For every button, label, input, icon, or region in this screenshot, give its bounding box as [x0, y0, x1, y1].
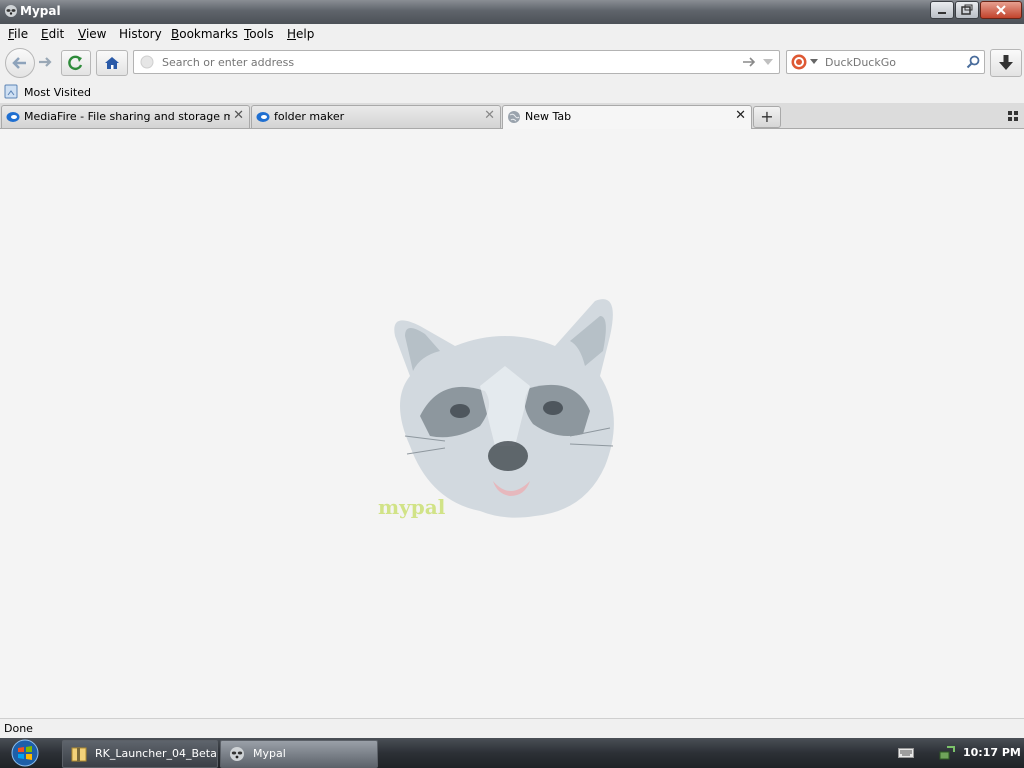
url-input[interactable]	[160, 53, 734, 72]
mediafire-icon	[6, 112, 20, 122]
mediafire-icon	[256, 112, 270, 122]
keyboard-icon[interactable]	[898, 748, 914, 758]
status-bar: Done	[0, 718, 1024, 739]
forward-button[interactable]	[34, 52, 56, 72]
mypal-logo-text: mypal	[378, 495, 446, 519]
menu-edit[interactable]: Edit	[41, 27, 64, 41]
duckduckgo-icon[interactable]	[791, 54, 807, 70]
taskbar-item-rk-launcher[interactable]: RK_Launcher_04_Beta	[62, 740, 218, 768]
tab-label: New Tab	[525, 110, 572, 123]
page-identity-icon	[140, 55, 154, 69]
navigation-toolbar	[0, 44, 1024, 82]
bookmark-label: Most Visited	[24, 86, 91, 99]
search-bar[interactable]	[786, 50, 985, 74]
restore-button[interactable]	[955, 1, 979, 19]
close-icon	[996, 5, 1006, 15]
search-icon[interactable]	[965, 54, 981, 70]
tab-strip: MediaFire - File sharing and storage m..…	[0, 103, 1024, 129]
close-window-button[interactable]	[980, 1, 1022, 19]
tab-folder-maker[interactable]: folder maker ✕	[251, 105, 501, 128]
taskbar: RK_Launcher_04_Beta Mypal 10:17 PM	[0, 738, 1024, 768]
title-bar: Mypal	[0, 0, 1024, 24]
downloads-button[interactable]	[990, 49, 1022, 77]
tab-label: MediaFire - File sharing and storage m..…	[24, 110, 230, 123]
tab-close-icon[interactable]: ✕	[233, 108, 244, 123]
bookmarks-toolbar: Most Visited	[0, 82, 1024, 103]
network-icon[interactable]	[938, 745, 956, 761]
tab-new-tab[interactable]: New Tab ✕	[502, 105, 752, 129]
restore-icon	[961, 4, 973, 15]
forward-arrow-icon	[39, 57, 52, 67]
menu-file[interactable]: File	[8, 27, 28, 41]
back-arrow-icon	[12, 57, 26, 69]
tab-groups-icon[interactable]	[1006, 109, 1020, 123]
taskbar-item-label: RK_Launcher_04_Beta	[95, 747, 217, 760]
system-clock[interactable]: 10:17 PM	[963, 746, 1021, 759]
menu-bar: File Edit View History Bookmarks Tools H…	[0, 24, 1024, 44]
search-input[interactable]	[823, 53, 962, 72]
download-icon	[999, 55, 1013, 70]
minimize-icon	[938, 12, 946, 14]
plus-icon: +	[760, 107, 774, 126]
mypal-raccoon-logo	[394, 299, 614, 518]
raccoon-icon	[230, 747, 244, 761]
reload-button[interactable]	[61, 50, 91, 76]
window-title: Mypal	[20, 4, 61, 18]
address-bar[interactable]	[133, 50, 780, 74]
tab-close-icon[interactable]: ✕	[735, 108, 746, 123]
minimize-button[interactable]	[930, 1, 954, 19]
start-button[interactable]	[8, 739, 42, 767]
new-tab-button[interactable]: +	[753, 106, 781, 128]
go-arrow-icon[interactable]	[741, 55, 757, 69]
back-button[interactable]	[5, 48, 35, 78]
tab-mediafire[interactable]: MediaFire - File sharing and storage m..…	[1, 105, 250, 128]
tab-close-icon[interactable]: ✕	[484, 108, 495, 123]
bookmark-folder-icon	[4, 84, 18, 99]
chevron-down-icon	[810, 59, 818, 64]
home-icon	[105, 57, 119, 69]
taskbar-item-mypal[interactable]: Mypal	[220, 740, 378, 768]
menu-history[interactable]: History	[119, 27, 162, 41]
folder-zip-icon	[71, 747, 87, 762]
taskbar-item-label: Mypal	[253, 747, 286, 760]
status-text: Done	[4, 722, 33, 735]
globe-icon	[508, 111, 520, 123]
new-tab-page: mypal	[0, 129, 1024, 718]
tab-label: folder maker	[274, 110, 345, 123]
dropdown-icon[interactable]	[762, 57, 774, 67]
menu-view[interactable]: View	[78, 27, 106, 41]
menu-tools[interactable]: Tools	[244, 27, 274, 41]
raccoon-icon	[5, 5, 17, 17]
menu-help[interactable]: Help	[287, 27, 314, 41]
home-button[interactable]	[96, 50, 128, 76]
reload-icon	[68, 55, 83, 71]
menu-bookmarks[interactable]: Bookmarks	[171, 27, 238, 41]
